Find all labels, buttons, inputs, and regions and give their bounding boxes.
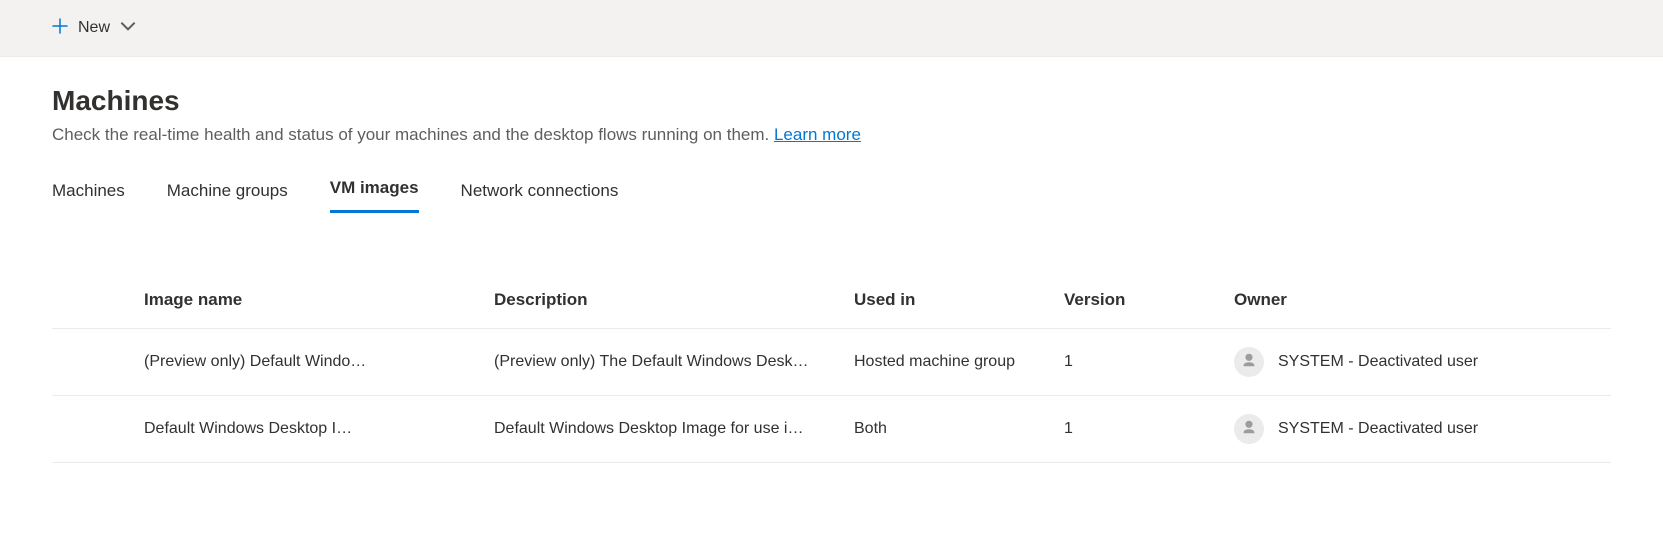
owner-label: SYSTEM - Deactivated user [1278, 353, 1478, 371]
tab-machines[interactable]: Machines [52, 173, 125, 216]
owner-label: SYSTEM - Deactivated user [1278, 420, 1478, 438]
tab-network-connections[interactable]: Network connections [461, 173, 619, 216]
cell-version: 1 [1052, 396, 1222, 463]
chevron-down-icon [118, 16, 138, 41]
table-header-usedin[interactable]: Used in [842, 276, 1052, 329]
table-row[interactable]: (Preview only) Default Windo… (Preview o… [52, 329, 1611, 396]
page-description: Check the real-time health and status of… [52, 125, 1611, 145]
table-header-description[interactable]: Description [482, 276, 842, 329]
row-spacer [52, 329, 132, 396]
new-button[interactable]: New [42, 10, 146, 47]
table-header-row: Image name Description Used in Version O… [52, 276, 1611, 329]
table-header-version[interactable]: Version [1052, 276, 1222, 329]
tab-vm-images[interactable]: VM images [330, 170, 419, 213]
cell-description: Default Windows Desktop Image for use i… [482, 396, 842, 463]
cell-usedin: Both [842, 396, 1052, 463]
cell-name[interactable]: Default Windows Desktop I… [132, 396, 482, 463]
cell-owner: SYSTEM - Deactivated user [1222, 329, 1611, 396]
new-button-label: New [78, 19, 110, 37]
table-header-name[interactable]: Image name [132, 276, 482, 329]
page-title: Machines [52, 85, 1611, 117]
tab-machine-groups[interactable]: Machine groups [167, 173, 288, 216]
cell-usedin: Hosted machine group [842, 329, 1052, 396]
learn-more-link[interactable]: Learn more [774, 125, 861, 144]
command-bar: New [0, 0, 1663, 57]
cell-owner: SYSTEM - Deactivated user [1222, 396, 1611, 463]
vm-images-table: Image name Description Used in Version O… [52, 276, 1611, 463]
table-row[interactable]: Default Windows Desktop I… Default Windo… [52, 396, 1611, 463]
tabs: Machines Machine groups VM images Networ… [52, 173, 1611, 216]
person-icon [1240, 418, 1258, 441]
cell-version: 1 [1052, 329, 1222, 396]
cell-name[interactable]: (Preview only) Default Windo… [132, 329, 482, 396]
table-header-spacer [52, 276, 132, 329]
table-container: Image name Description Used in Version O… [52, 276, 1611, 463]
avatar [1234, 347, 1264, 377]
content-area: Machines Check the real-time health and … [0, 57, 1663, 491]
person-icon [1240, 351, 1258, 374]
avatar [1234, 414, 1264, 444]
table-header-owner[interactable]: Owner [1222, 276, 1611, 329]
cell-description: (Preview only) The Default Windows Desk… [482, 329, 842, 396]
row-spacer [52, 396, 132, 463]
plus-icon [50, 16, 70, 41]
